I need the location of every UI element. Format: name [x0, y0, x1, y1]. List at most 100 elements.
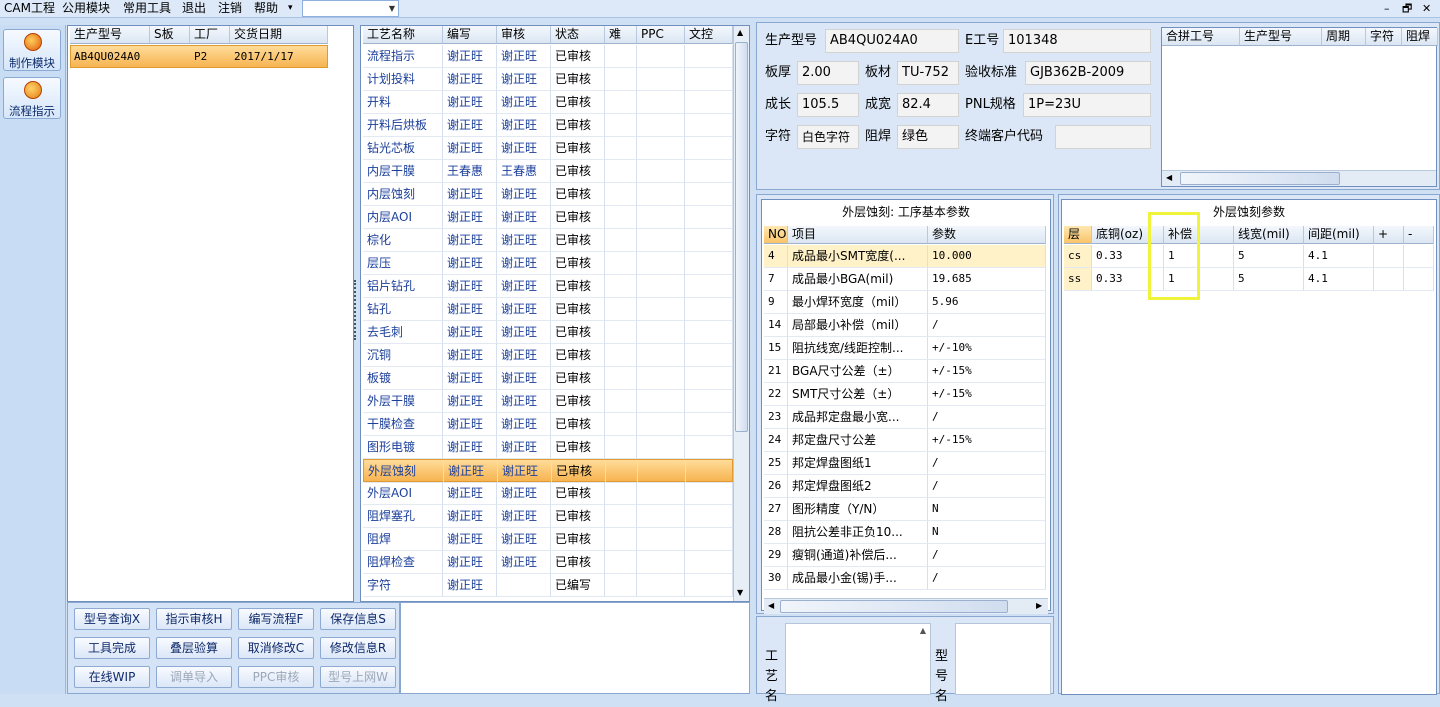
- action-button-2-0[interactable]: 在线WIP: [74, 666, 150, 688]
- arrow-left-icon[interactable]: ◀: [768, 601, 774, 610]
- table-row[interactable]: 外层蚀刻 谢正旺 谢正旺 已审核: [363, 459, 734, 483]
- menu-cam[interactable]: CAM工程: [4, 1, 55, 16]
- arrow-up-icon[interactable]: ▲: [920, 626, 926, 635]
- table-row[interactable]: 15 阻抗线宽/线距控制... +/-10%: [764, 337, 1046, 360]
- table-row[interactable]: 21 BGA尺寸公差（±） +/-15%: [764, 360, 1046, 383]
- table-row[interactable]: 26 邦定焊盘图纸2/: [764, 475, 1046, 498]
- minimize-icon[interactable]: –: [1384, 2, 1390, 15]
- table-row[interactable]: 阻焊检查 谢正旺 谢正旺 已审核: [363, 551, 733, 574]
- process-vscroll[interactable]: ▲ ▼: [733, 26, 749, 601]
- table-row[interactable]: 27 图形精度（Y/N） N: [764, 498, 1046, 521]
- table-row[interactable]: 内层干膜 王春惠 王春惠 已审核: [363, 160, 733, 183]
- action-button-1-2[interactable]: 取消修改C: [238, 637, 314, 659]
- table-row[interactable]: 阻焊 谢正旺 谢正旺 已审核: [363, 528, 733, 551]
- basic-params-hscroll[interactable]: ◀ ▶: [764, 598, 1048, 614]
- splitter-handle[interactable]: [354, 280, 358, 340]
- col-param[interactable]: 参数: [928, 226, 1046, 244]
- arrow-left-icon[interactable]: ◀: [1166, 173, 1172, 182]
- table-row[interactable]: 30 成品最小金(锡)手... /: [764, 567, 1046, 590]
- col-s-board[interactable]: S板: [150, 26, 190, 44]
- col-merge-no[interactable]: 合拼工号: [1162, 28, 1240, 46]
- action-button-0-2[interactable]: 编写流程F: [238, 608, 314, 630]
- table-row[interactable]: 22 SMT尺寸公差（±） +/-15%: [764, 383, 1046, 406]
- menu-overflow-icon[interactable]: ▾: [288, 1, 293, 16]
- table-row[interactable]: ss 0.33 1 5 4.1: [1064, 268, 1434, 291]
- col-difficulty[interactable]: 难: [605, 26, 637, 44]
- restore-icon[interactable]: 🗗: [1402, 2, 1412, 15]
- table-row[interactable]: 24 邦定盘尺寸公差 +/-15%: [764, 429, 1046, 452]
- table-row[interactable]: 钻光芯板 谢正旺 谢正旺 已审核: [363, 137, 733, 160]
- action-button-2-1[interactable]: 调单导入: [156, 666, 232, 688]
- table-row[interactable]: 板镀 谢正旺 谢正旺 已审核: [363, 367, 733, 390]
- field-model[interactable]: AB4QU024A0: [825, 29, 959, 53]
- col-doc-control[interactable]: 文控: [685, 26, 733, 44]
- menu-logout[interactable]: 注销: [218, 1, 242, 16]
- col-minus[interactable]: -: [1404, 226, 1434, 244]
- action-button-2-3[interactable]: 型号上网W: [320, 666, 396, 688]
- menu-exit[interactable]: 退出: [182, 1, 206, 16]
- col-ppc[interactable]: PPC: [637, 26, 685, 44]
- table-row[interactable]: 流程指示 谢正旺 谢正旺 已审核: [363, 45, 733, 68]
- col-spacing[interactable]: 间距(mil): [1304, 226, 1374, 244]
- table-row[interactable]: AB4QU024A0 P2 2017/1/17: [70, 45, 328, 68]
- table-row[interactable]: 内层AOI 谢正旺 谢正旺 已审核: [363, 206, 733, 229]
- close-icon[interactable]: ✕: [1422, 2, 1431, 15]
- action-button-0-3[interactable]: 保存信息S: [320, 608, 396, 630]
- table-row[interactable]: 25 邦定焊盘图纸1/: [764, 452, 1046, 475]
- table-row[interactable]: 9 最小焊环宽度（mil） 5.96: [764, 291, 1046, 314]
- table-row[interactable]: 开料后烘板 谢正旺 谢正旺 已审核: [363, 114, 733, 137]
- field-eno[interactable]: 101348: [1003, 29, 1151, 53]
- field-standard[interactable]: GJB362B-2009: [1025, 61, 1151, 85]
- arrow-down-icon[interactable]: ▼: [737, 588, 743, 597]
- nav-make-module[interactable]: 制作模块: [3, 29, 61, 71]
- col-no[interactable]: NO: [764, 226, 788, 244]
- table-row[interactable]: 4 成品最小SMT宽度(... 10.000: [764, 245, 1046, 268]
- model-name-textarea[interactable]: [955, 623, 1051, 695]
- action-button-0-0[interactable]: 型号查询X: [74, 608, 150, 630]
- col-merge-model[interactable]: 生产型号: [1240, 28, 1322, 46]
- table-row[interactable]: 棕化 谢正旺 谢正旺 已审核: [363, 229, 733, 252]
- field-width[interactable]: 82.4: [897, 93, 959, 117]
- table-row[interactable]: 铝片钻孔 谢正旺 谢正旺 已审核: [363, 275, 733, 298]
- table-row[interactable]: 干膜检查 谢正旺 谢正旺 已审核: [363, 413, 733, 436]
- table-row[interactable]: 去毛刺 谢正旺 谢正旺 已审核: [363, 321, 733, 344]
- field-customer-code[interactable]: [1055, 125, 1151, 149]
- col-status[interactable]: 状态: [551, 26, 605, 44]
- table-row[interactable]: 7 成品最小BGA(mil) 19.685: [764, 268, 1046, 291]
- table-row[interactable]: 钻孔 谢正旺 谢正旺 已审核: [363, 298, 733, 321]
- nav-flow-instruction[interactable]: 流程指示: [3, 77, 61, 119]
- col-process-name[interactable]: 工艺名称: [363, 26, 443, 44]
- field-thickness[interactable]: 2.00: [797, 61, 859, 85]
- scroll-thumb[interactable]: [735, 42, 748, 432]
- col-line-width[interactable]: 线宽(mil): [1234, 226, 1304, 244]
- arrow-right-icon[interactable]: ▶: [1036, 601, 1042, 610]
- table-row[interactable]: 沉铜 谢正旺 谢正旺 已审核: [363, 344, 733, 367]
- col-layer[interactable]: 层: [1064, 226, 1092, 244]
- action-button-1-3[interactable]: 修改信息R: [320, 637, 396, 659]
- field-char[interactable]: 白色字符: [797, 125, 859, 149]
- menu-tools[interactable]: 常用工具: [123, 1, 171, 16]
- field-material[interactable]: TU-752: [897, 61, 959, 85]
- table-row[interactable]: 外层AOI 谢正旺 谢正旺 已审核: [363, 482, 733, 505]
- table-row[interactable]: 图形电镀 谢正旺 谢正旺 已审核: [363, 436, 733, 459]
- col-mask[interactable]: 阻焊: [1402, 28, 1438, 46]
- action-button-0-1[interactable]: 指示审核H: [156, 608, 232, 630]
- col-char[interactable]: 字符: [1366, 28, 1402, 46]
- scroll-thumb[interactable]: [780, 600, 1008, 613]
- menu-common-module[interactable]: 公用模块: [62, 1, 110, 16]
- col-item[interactable]: 项目: [788, 226, 928, 244]
- process-name-textarea[interactable]: ▲: [785, 623, 931, 695]
- col-delivery-date[interactable]: 交货日期: [230, 26, 328, 44]
- table-row[interactable]: 计划投料 谢正旺 谢正旺 已审核: [363, 68, 733, 91]
- table-row[interactable]: 字符 谢正旺 已编写: [363, 574, 733, 597]
- table-row[interactable]: 层压 谢正旺 谢正旺 已审核: [363, 252, 733, 275]
- col-model[interactable]: 生产型号: [70, 26, 150, 44]
- col-cycle[interactable]: 周期: [1322, 28, 1366, 46]
- menu-help[interactable]: 帮助: [254, 1, 278, 16]
- col-factory[interactable]: 工厂: [190, 26, 230, 44]
- field-mask[interactable]: 绿色: [897, 125, 959, 149]
- field-pnl[interactable]: 1P=23U: [1023, 93, 1151, 117]
- col-reviewer[interactable]: 审核: [497, 26, 551, 44]
- table-row[interactable]: 阻焊塞孔 谢正旺 谢正旺 已审核: [363, 505, 733, 528]
- table-row[interactable]: 外层干膜 谢正旺 谢正旺 已审核: [363, 390, 733, 413]
